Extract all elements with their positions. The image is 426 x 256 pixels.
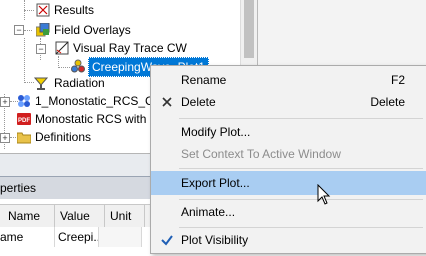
menu-separator [179, 118, 423, 119]
tree-connector [24, 30, 32, 31]
check-icon [159, 232, 175, 248]
mouse-cursor-icon [317, 183, 331, 206]
tree-item-label: Field Overlays [54, 23, 131, 37]
tree-item-label: 1_Monostatic_RCS_Cre [35, 94, 165, 108]
radiation-icon [33, 76, 49, 90]
folder-icon [16, 130, 32, 144]
menu-item-label: Animate... [181, 205, 236, 219]
side-panel [257, 0, 426, 70]
collapse-toggle[interactable]: − [14, 25, 24, 35]
svg-text:PDF: PDF [18, 118, 30, 124]
properties-header: Name Value Unit [0, 204, 150, 228]
tree-item-label: Radiation [54, 76, 105, 90]
expand-toggle[interactable]: + [0, 97, 10, 107]
menu-item-delete[interactable]: Delete Delete [151, 90, 426, 114]
results-icon [36, 3, 50, 17]
menu-item-plot-visibility[interactable]: Plot Visibility [151, 228, 426, 252]
collapse-toggle[interactable]: − [36, 44, 46, 54]
visual-ray-trace-icon [55, 41, 69, 55]
menu-item-shortcut: Delete [370, 95, 405, 109]
context-menu: Rename F2 Delete Delete Modify Plot... S… [150, 65, 426, 254]
cell-value: Creepi... [58, 227, 99, 247]
menu-item-label: Delete [181, 95, 216, 109]
cell-name: ame [0, 227, 55, 247]
scrollbar-thumb[interactable] [244, 0, 254, 58]
plot-icon [71, 59, 85, 73]
column-header-name[interactable]: Name [8, 205, 55, 227]
tree-connector [24, 82, 34, 83]
tree-item-label: Definitions [35, 130, 92, 144]
menu-item-animate[interactable]: Animate... [151, 200, 426, 224]
column-header-value[interactable]: Value [60, 205, 105, 227]
menu-item-shortcut: F2 [390, 73, 405, 87]
menu-item-label: Rename [181, 73, 227, 87]
field-overlays-icon [35, 22, 50, 37]
properties-title: perties [0, 176, 150, 199]
menu-item-label: Modify Plot... [181, 125, 251, 139]
table-row[interactable]: ame Creepi... [0, 227, 150, 247]
tree-item-label: Monostatic RCS with Cr [35, 112, 163, 126]
tree-item-label: Results [54, 3, 95, 17]
tree-connector [24, 10, 34, 11]
tree-connector [24, 38, 25, 83]
delete-x-icon [159, 94, 175, 110]
menu-item-label: Plot Visibility [181, 233, 249, 247]
menu-item-label: Set Context To Active Window [181, 147, 341, 161]
menu-item-rename[interactable]: Rename F2 [151, 68, 426, 92]
tree-connector [58, 67, 70, 68]
menu-item-modify-plot[interactable]: Modify Plot... [151, 120, 426, 144]
menu-item-export-plot[interactable]: Export Plot... [151, 171, 426, 195]
column-header-unit[interactable]: Unit [110, 205, 145, 227]
menu-separator [179, 168, 423, 169]
expand-toggle[interactable]: + [0, 133, 10, 143]
tree-item-label: Visual Ray Trace CW [73, 41, 187, 55]
properties-title-text: perties [0, 181, 37, 195]
cell-unit [99, 227, 142, 247]
pdf-icon: PDF [17, 112, 31, 126]
panel-splitter[interactable] [0, 153, 150, 177]
menu-item-label: Export Plot... [181, 176, 250, 190]
menu-item-set-context: Set Context To Active Window [151, 142, 426, 166]
rcs-setup-icon [17, 94, 31, 108]
